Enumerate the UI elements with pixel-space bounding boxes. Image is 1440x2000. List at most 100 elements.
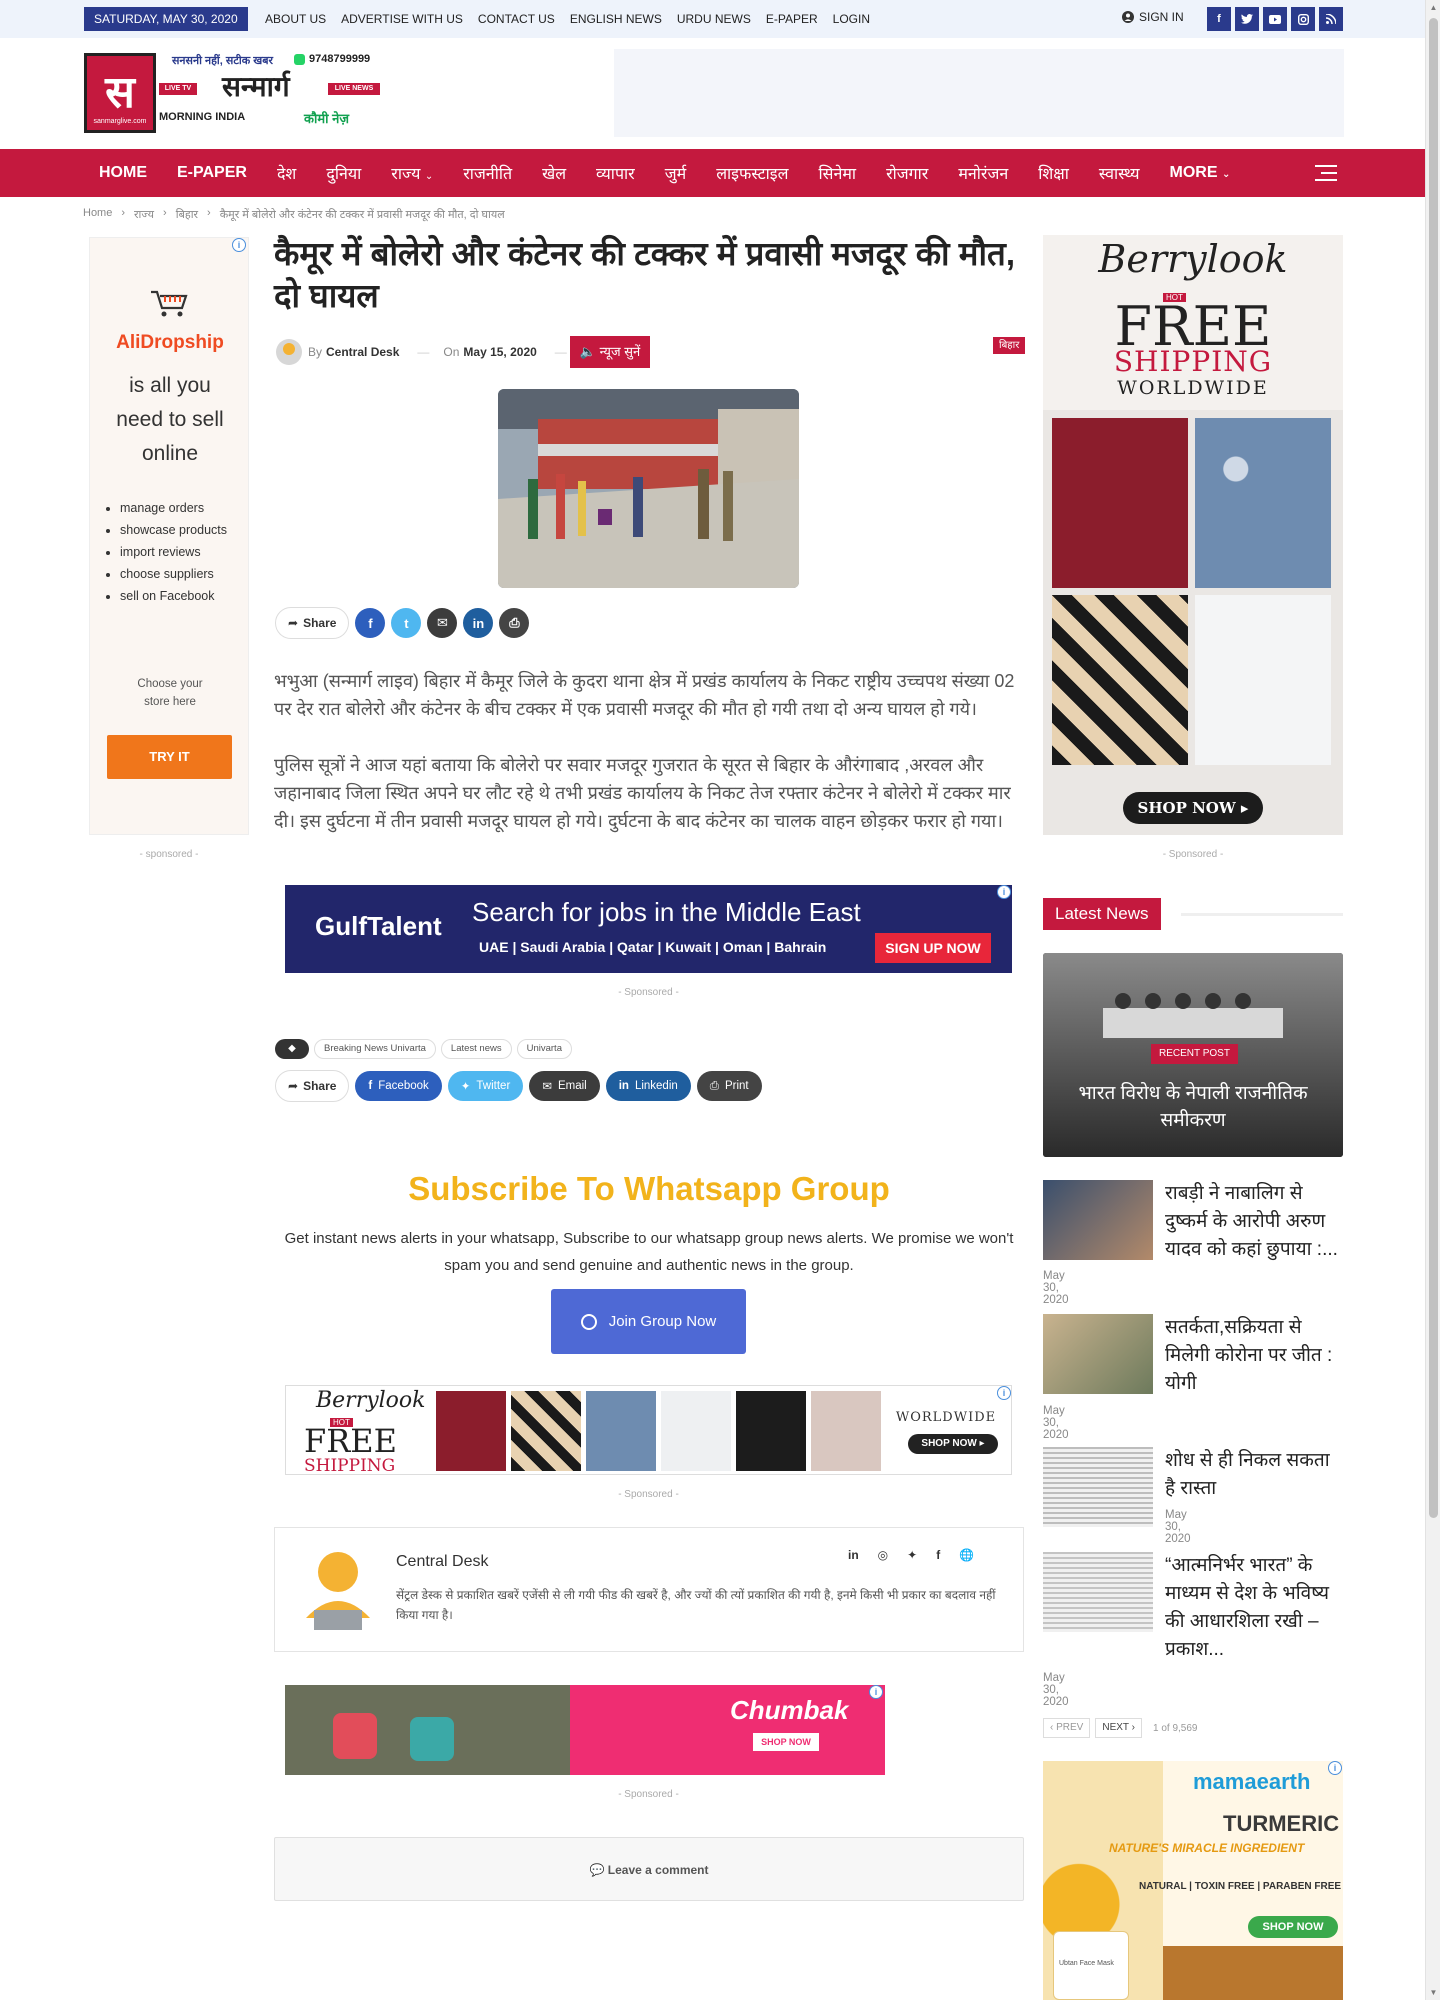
ad-info-icon[interactable]: i	[869, 1685, 883, 1699]
tag-item[interactable]: Breaking News Univarta	[314, 1039, 436, 1059]
nav-desh[interactable]: देश	[262, 162, 311, 184]
tag-item[interactable]: Univarta	[516, 1039, 572, 1059]
author-link[interactable]: Central Desk	[326, 345, 399, 359]
nav-khel[interactable]: खेल	[527, 162, 581, 184]
scrollbar[interactable]: ▲ ▼	[1425, 0, 1440, 2000]
nav-vyapar[interactable]: व्यापार	[581, 162, 650, 184]
berrylook-ad[interactable]: i Berrylook HOT FREE SHIPPING WORLDWIDE …	[1043, 235, 1343, 835]
shop-now-button[interactable]: SHOP NOW	[753, 1733, 819, 1751]
share-icon: ➦	[288, 1079, 299, 1093]
top-link-english[interactable]: ENGLISH NEWS	[570, 12, 662, 26]
scroll-down-icon[interactable]: ▼	[1426, 1985, 1440, 2000]
nav-shiksha[interactable]: शिक्षा	[1023, 162, 1084, 184]
listen-news-button[interactable]: 🔈 न्यूज सुनें	[570, 336, 650, 368]
berrylook-banner-ad[interactable]: i Berrylook HOT FREE SHIPPING WORLDWIDE …	[285, 1385, 1012, 1475]
featured-title[interactable]: भारत विरोध के नेपाली राजनीतिक समीकरण	[1063, 1080, 1323, 1134]
twitter-share-button[interactable]: ✦ Twitter	[447, 1071, 524, 1101]
nav-cinema[interactable]: सिनेमा	[804, 162, 872, 184]
nav-duniya[interactable]: दुनिया	[311, 162, 376, 184]
menu-icon[interactable]	[1315, 165, 1337, 181]
print-share-icon[interactable]: ⎙	[499, 608, 530, 638]
ad-info-icon[interactable]: i	[997, 885, 1011, 899]
top-bar: SATURDAY, MAY 30, 2020 ABOUT US ADVERTIS…	[0, 0, 1425, 38]
product-image	[736, 1391, 806, 1471]
nav-lifestyle[interactable]: लाइफस्टाइल	[701, 162, 803, 184]
twitter-icon[interactable]	[1235, 7, 1259, 31]
scroll-up-icon[interactable]: ▲	[1426, 0, 1440, 15]
tag-item[interactable]: Latest news	[440, 1039, 512, 1059]
top-link-urdu[interactable]: URDU NEWS	[677, 12, 751, 26]
leave-comment-button[interactable]: 💬 Leave a comment	[274, 1837, 1024, 1901]
mamaearth-ad[interactable]: i mamaearth TURMERIC NATURE'S MIRACLE IN…	[1043, 1761, 1343, 2000]
site-logo[interactable]: स sanmarglive.com सनसनी नहीं, सटीक खबर 9…	[84, 53, 382, 133]
next-button[interactable]: NEXT ›	[1095, 1718, 1142, 1738]
print-share-button[interactable]: ⎙ Print	[696, 1071, 762, 1101]
instagram-icon[interactable]: ◎	[878, 1548, 888, 1562]
gulftalent-ad[interactable]: i GulfTalent Search for jobs in the Midd…	[285, 885, 1012, 973]
nav-rajniti[interactable]: राजनीति	[448, 162, 527, 184]
gulf-signup-button[interactable]: SIGN UP NOW	[875, 933, 991, 963]
article-paragraph-1: भभुआ (सन्मार्ग लाइव) बिहार में कैमूर जिल…	[274, 671, 1015, 719]
shop-now-button[interactable]: SHOP NOW	[1248, 1916, 1338, 1938]
facebook-icon[interactable]: f	[936, 1548, 940, 1562]
breadcrumb-bihar[interactable]: बिहार	[176, 207, 198, 222]
instagram-icon[interactable]	[1291, 7, 1315, 31]
rss-icon[interactable]	[1319, 7, 1343, 31]
twitter-share-icon[interactable]: t	[391, 608, 422, 638]
nav-epaper[interactable]: E-PAPER	[162, 164, 262, 182]
chumbak-ad[interactable]: i Chumbak SHOP NOW	[285, 1685, 885, 1775]
breadcrumb-home[interactable]: Home	[83, 207, 112, 222]
product-image	[511, 1391, 581, 1471]
breadcrumb-rajya[interactable]: राज्य	[134, 207, 154, 222]
facebook-icon: f	[368, 1080, 373, 1092]
linkedin-share-button[interactable]: in Linkedin	[605, 1071, 691, 1101]
shop-now-button[interactable]: SHOP NOW ▸	[908, 1434, 998, 1454]
top-link-contact[interactable]: CONTACT US	[478, 12, 555, 26]
youtube-icon[interactable]	[1263, 7, 1287, 31]
nav-rozgar[interactable]: रोजगार	[871, 162, 943, 184]
category-badge[interactable]: बिहार	[993, 337, 1026, 354]
logo-mark: स sanmarglive.com	[84, 53, 156, 133]
header-ad-placeholder[interactable]	[614, 49, 1344, 137]
email-share-button[interactable]: ✉ Email	[529, 1071, 600, 1101]
ad-info-icon[interactable]: i	[232, 238, 246, 252]
nav-rajya[interactable]: राज्य ⌄	[376, 162, 448, 184]
join-group-button[interactable]: Join Group Now	[551, 1289, 746, 1354]
top-link-advertise[interactable]: ADVERTISE WITH US	[341, 12, 463, 26]
news-title[interactable]: सतर्कता,सक्रियता से मिलेगी कोरोना पर जीत…	[1165, 1314, 1343, 1398]
share-button[interactable]: ➦ Share	[275, 1070, 350, 1102]
news-date: May 30, 2020	[1043, 1672, 1069, 1708]
shop-now-button[interactable]: SHOP NOW ▸	[1123, 792, 1263, 824]
twitter-icon[interactable]: ✦	[907, 1548, 917, 1562]
top-link-login[interactable]: LOGIN	[833, 12, 870, 26]
linkedin-share-icon[interactable]: in	[463, 608, 494, 638]
email-share-icon[interactable]: ✉	[427, 608, 458, 638]
article-image[interactable]	[498, 389, 799, 588]
top-link-epaper[interactable]: E-PAPER	[766, 12, 818, 26]
globe-icon[interactable]: 🌐	[959, 1548, 974, 1562]
signin-link[interactable]: SIGN IN	[1122, 10, 1184, 24]
news-title[interactable]: शोध से ही निकल सकता है रास्ता	[1165, 1447, 1343, 1503]
facebook-share-button[interactable]: f Facebook	[355, 1071, 442, 1101]
nav-manoranjan[interactable]: मनोरंजन	[943, 162, 1023, 184]
alidropship-ad[interactable]: i AliDropship is all you need to sell on…	[89, 237, 249, 835]
nav-swasthya[interactable]: स्वास्थ्य	[1084, 162, 1155, 184]
author-name[interactable]: Central Desk	[396, 1553, 488, 1571]
linkedin-icon[interactable]: in	[848, 1548, 859, 1562]
featured-post[interactable]: RECENT POST भारत विरोध के नेपाली राजनीति…	[1043, 953, 1343, 1157]
top-link-about[interactable]: ABOUT US	[265, 12, 326, 26]
nav-more[interactable]: MORE ⌄	[1155, 164, 1246, 182]
ad-info-icon[interactable]: i	[1328, 1761, 1342, 1775]
prev-button[interactable]: ‹ PREV	[1043, 1718, 1091, 1738]
ad-info-icon[interactable]: i	[997, 1386, 1011, 1400]
facebook-share-icon[interactable]: f	[355, 608, 386, 638]
try-it-button[interactable]: TRY IT	[107, 735, 232, 779]
scrollbar-thumb[interactable]	[1429, 18, 1438, 1518]
nav-jurm[interactable]: जुर्म	[650, 162, 701, 184]
facebook-icon[interactable]: f	[1207, 7, 1231, 31]
news-title[interactable]: “आत्मनिर्भर भारत” के माध्यम से देश के भव…	[1165, 1552, 1343, 1664]
cart-icon	[151, 290, 188, 317]
share-button[interactable]: ➦ Share	[275, 607, 350, 639]
news-title[interactable]: राबड़ी ने नाबालिग से दुष्कर्म के आरोपी अ…	[1165, 1180, 1343, 1264]
nav-home[interactable]: HOME	[84, 164, 162, 182]
